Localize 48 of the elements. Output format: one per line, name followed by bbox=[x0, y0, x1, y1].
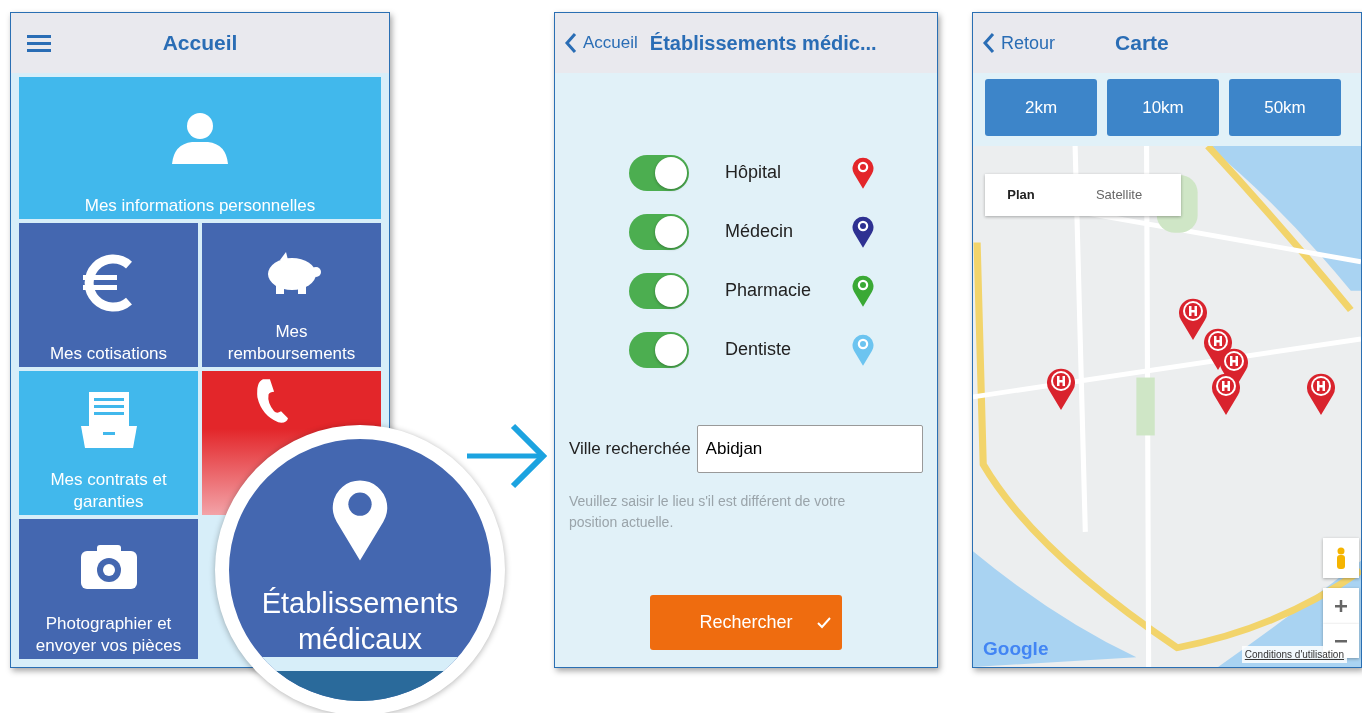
search-button[interactable]: Rechercher bbox=[650, 595, 842, 650]
screen-title: Accueil bbox=[161, 30, 239, 57]
back-button[interactable]: Accueil bbox=[563, 30, 638, 56]
hospital-marker-icon bbox=[1177, 296, 1209, 342]
filter-label: Dentiste bbox=[725, 338, 793, 361]
filter-label: Médecin bbox=[725, 220, 795, 243]
radius-button[interactable]: 50km bbox=[1229, 79, 1341, 136]
menu-tile[interactable]: Mes remboursements bbox=[202, 223, 381, 367]
checkmark-icon bbox=[816, 616, 832, 630]
minus-icon bbox=[1335, 639, 1347, 643]
pegman-icon bbox=[1335, 547, 1347, 569]
street-view-button[interactable] bbox=[1323, 538, 1359, 578]
toggle-switch[interactable] bbox=[629, 272, 689, 309]
toggle-switch[interactable] bbox=[629, 331, 689, 368]
filter-label: Hôpital bbox=[725, 161, 783, 184]
field-label: Ville recherchée bbox=[569, 438, 691, 461]
file-drawer-icon bbox=[78, 389, 139, 450]
screen-title: Carte bbox=[1115, 30, 1169, 57]
hospital-marker-icon bbox=[1305, 371, 1337, 417]
menu-tile[interactable]: Mes cotisations bbox=[19, 223, 198, 367]
menu-icon bbox=[27, 33, 51, 53]
plus-icon bbox=[1335, 600, 1347, 612]
toggle-switch[interactable] bbox=[629, 154, 689, 191]
city-input-field[interactable]: Abidjan bbox=[696, 425, 923, 473]
phone-icon bbox=[255, 379, 288, 424]
back-button[interactable]: Retour bbox=[981, 29, 1056, 57]
radius-button[interactable]: 2km bbox=[985, 79, 1097, 136]
tile-label: Mes remboursements bbox=[226, 320, 357, 365]
toggle-switch[interactable] bbox=[629, 213, 689, 250]
filter-label: Pharmacie bbox=[725, 279, 813, 302]
hospital-marker-icon bbox=[1045, 366, 1077, 412]
hint-text: Veuillez saisir le lieu s'il est différent de votre position actuelle. bbox=[569, 492, 847, 532]
screen-title: Établissements médic... bbox=[649, 31, 877, 56]
tile-label: Mes cotisations bbox=[49, 342, 168, 365]
tile-label: Mes contrats et garanties bbox=[49, 468, 168, 513]
tile-label: Photographier et envoyer vos pièces bbox=[34, 612, 183, 657]
zoom-in-button[interactable] bbox=[1323, 588, 1359, 624]
map-logo: Google bbox=[983, 638, 1049, 661]
tile-label: Établissements médicaux bbox=[260, 585, 460, 657]
map-type-tab[interactable]: Satellite bbox=[1057, 174, 1181, 216]
radius-button[interactable]: 10km bbox=[1107, 79, 1219, 136]
back-chevron-icon bbox=[563, 31, 579, 55]
terms-link[interactable]: Conditions d'utilisation bbox=[1241, 646, 1347, 663]
hospital-marker-icon bbox=[1210, 371, 1242, 417]
map-type-tab[interactable]: Plan bbox=[985, 174, 1057, 216]
tile-label: Mes informations personnelles bbox=[84, 194, 316, 217]
back-chevron-icon bbox=[981, 31, 997, 55]
menu-tile[interactable]: Photographier et envoyer vos pièces bbox=[19, 519, 198, 659]
